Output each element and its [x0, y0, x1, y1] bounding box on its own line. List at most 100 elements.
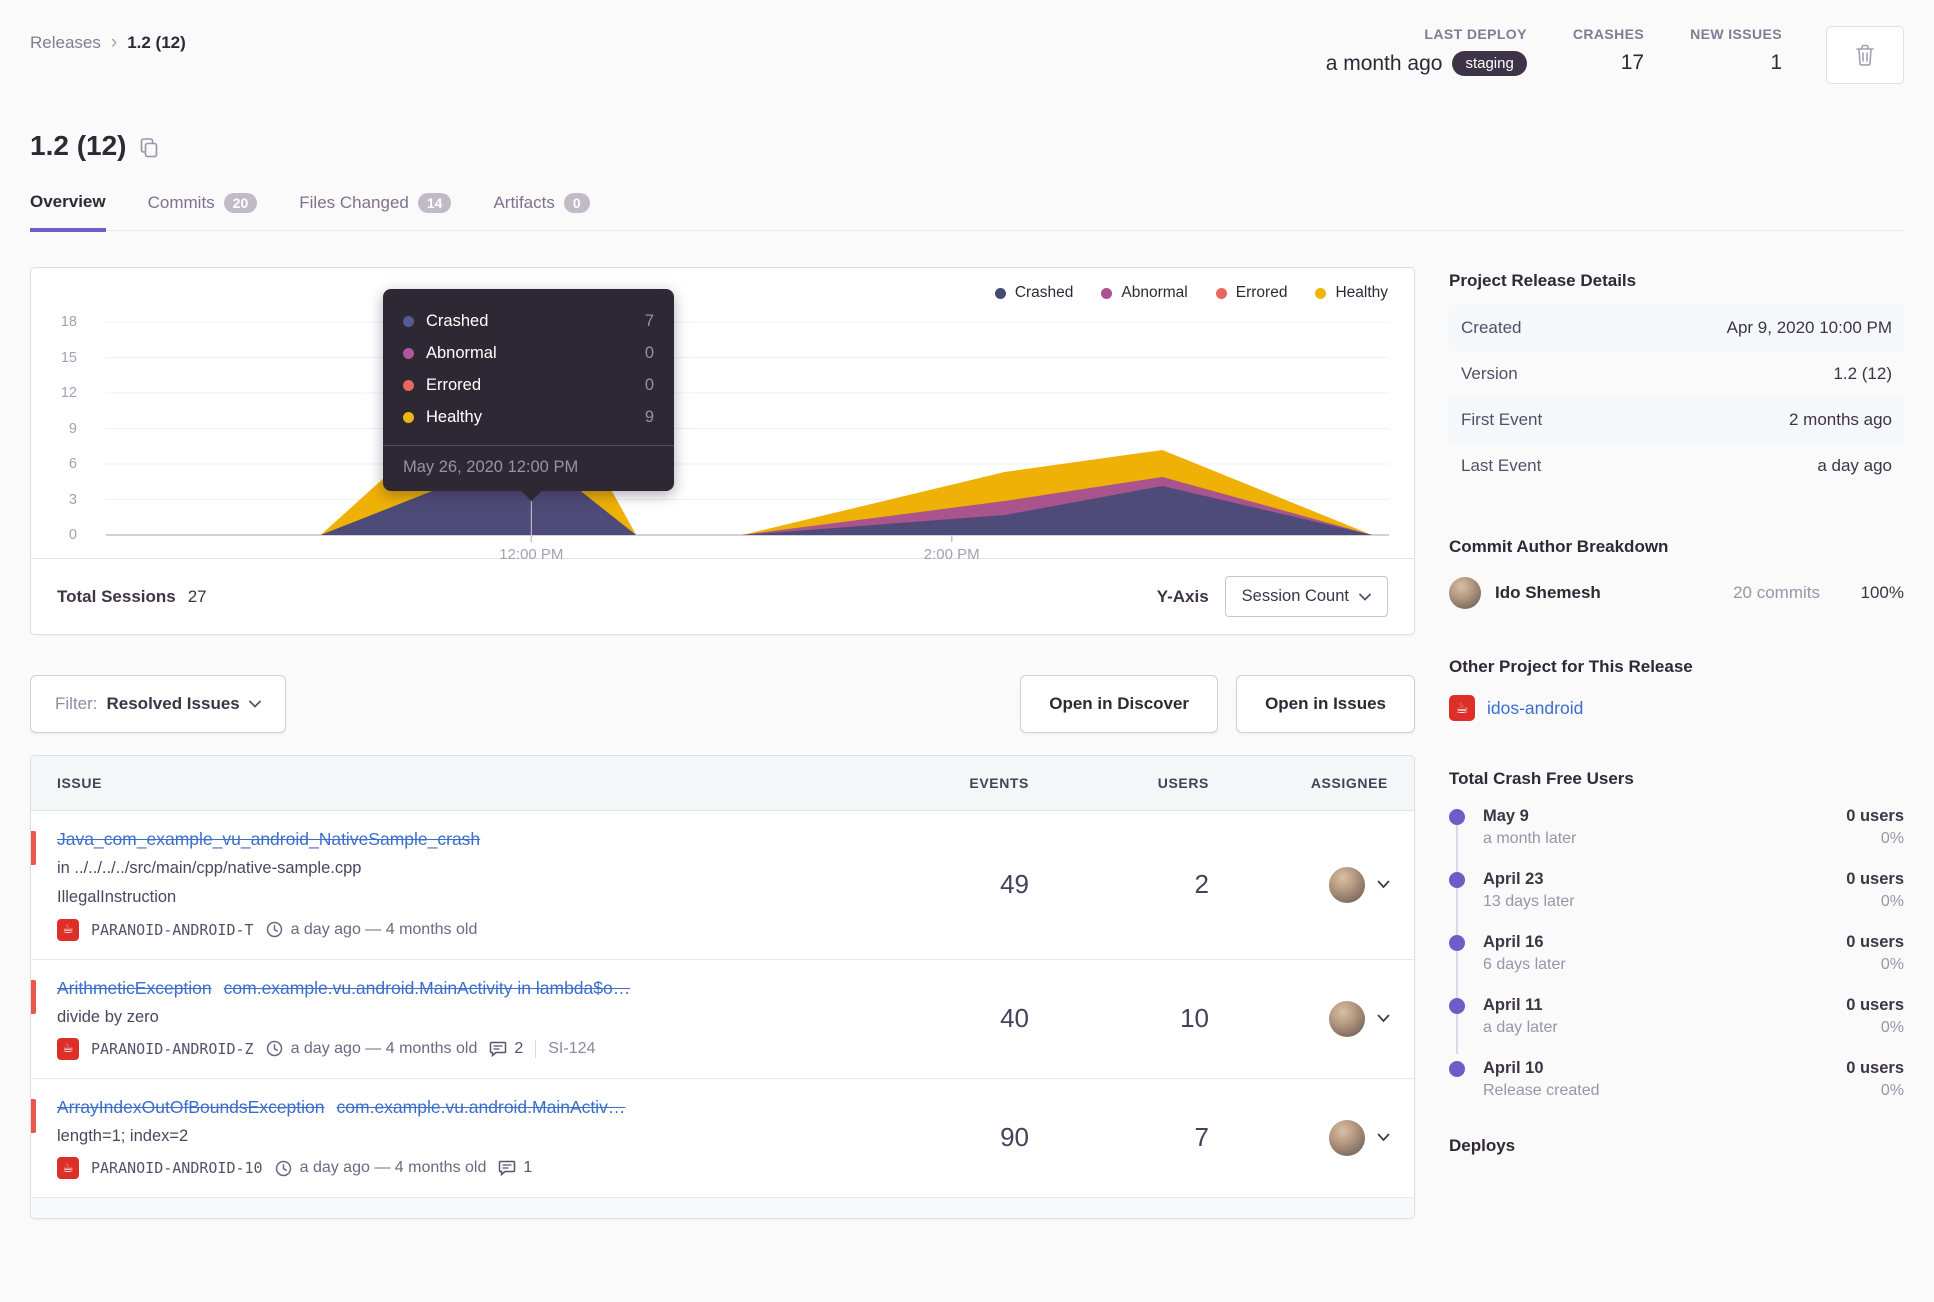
y-axis-labels: 0 3 6 9 12 15 18 [31, 314, 93, 543]
chart-plot[interactable]: 12:00 PM 2:00 PM Crashed 7 Abnormal 0 Er… [106, 289, 1389, 563]
issue-users-count: 2 [1194, 869, 1209, 900]
detail-value: Apr 9, 2020 10:00 PM [1726, 318, 1892, 337]
java-project-icon: ☕ [1449, 695, 1475, 721]
release-page: Releases › 1.2 (12) LAST DEPLOY a month … [0, 0, 1934, 1220]
issue-users-count: 10 [1180, 1003, 1209, 1034]
issue-subtitle: divide by zero [57, 1007, 159, 1026]
timeline-date: April 16 [1483, 933, 1544, 951]
legend-dot-icon [1215, 287, 1227, 299]
timeline-percent: 0% [1880, 956, 1904, 973]
issue-row[interactable]: ArrayIndexOutOfBoundsException com.exampl… [31, 1079, 1414, 1199]
copy-version-icon[interactable] [139, 137, 159, 159]
other-project-heading: Other Project for This Release [1449, 657, 1693, 676]
tab-files-changed[interactable]: Files Changed 14 [299, 192, 452, 230]
release-details-heading: Project Release Details [1449, 271, 1637, 290]
tooltip-row: Abnormal 0 [403, 337, 654, 369]
sessions-chart-card: Crashed Abnormal Errored Healthy 0 3 6 9 12 1… [30, 267, 1415, 635]
issue-title-link[interactable]: ArithmeticException [57, 978, 212, 998]
issue-row[interactable]: Java_com_example_vu_android_NativeSample… [31, 811, 1414, 960]
y-tick-label: 15 [60, 349, 77, 366]
chevron-down-icon [1377, 880, 1390, 889]
filter-label: Filter: [55, 694, 98, 713]
tooltip-series-dot-icon [403, 411, 414, 423]
tab-label: Overview [30, 192, 106, 211]
other-project-link[interactable]: idos-android [1487, 698, 1583, 719]
issue-culprit-link[interactable]: com.example.vu.android.MainActiv… [337, 1097, 626, 1117]
timeline-relative: a month later [1483, 830, 1577, 847]
title-row: 1.2 (12) [30, 130, 1904, 162]
timeline-relative: a day later [1483, 1019, 1558, 1036]
clock-icon [266, 1041, 282, 1057]
java-project-icon: ☕ [57, 1157, 79, 1180]
page-title: 1.2 (12) [30, 130, 127, 161]
legend-item[interactable]: Crashed [994, 284, 1073, 302]
page-header: Releases › 1.2 (12) LAST DEPLOY a month … [30, 26, 1904, 84]
issue-title-link[interactable]: Java_com_example_vu_android_NativeSample… [57, 829, 480, 849]
timeline-users: 0 users [1846, 933, 1904, 951]
legend-dot-icon [1315, 287, 1327, 299]
issue-comments[interactable]: 2 [489, 1040, 523, 1058]
issue-culprit-link[interactable]: com.example.vu.android.MainActivity in l… [224, 978, 631, 998]
issue-row[interactable]: ArithmeticException com.example.vu.androi… [31, 960, 1414, 1079]
timeline-date: April 10 [1483, 1059, 1544, 1077]
delete-release-button[interactable] [1826, 26, 1904, 84]
legend-item[interactable]: Errored [1215, 284, 1287, 302]
clock-icon [266, 921, 282, 938]
clock-icon [275, 1160, 291, 1176]
assignee-selector[interactable] [1229, 866, 1414, 903]
legend-label: Healthy [1335, 284, 1388, 301]
main-column: Crashed Abnormal Errored Healthy 0 3 6 9 12 1… [30, 267, 1415, 1220]
breadcrumb-chevron-icon: › [110, 32, 118, 53]
x-tick-label: 12:00 PM [499, 546, 564, 563]
open-in-issues-button[interactable]: Open in Issues [1236, 675, 1415, 733]
trash-icon [1856, 44, 1874, 66]
tab-artifacts[interactable]: Artifacts 0 [493, 192, 590, 230]
commit-authors-heading: Commit Author Breakdown [1449, 537, 1669, 556]
tooltip-series-label: Errored [426, 375, 482, 394]
timeline-relative: 13 days later [1483, 893, 1575, 910]
commit-author-row: Ido Shemesh 20 commits 100% [1449, 577, 1904, 609]
author-commit-count: 20 commits [1733, 583, 1820, 602]
detail-label: Last Event [1461, 456, 1542, 475]
y-axis-select[interactable]: Session Count [1224, 576, 1388, 617]
tooltip-series-value: 0 [644, 343, 654, 362]
assignee-selector[interactable] [1229, 1119, 1414, 1156]
issue-level-bar [31, 831, 36, 865]
issue-subtitle: length=1; index=2 [57, 1126, 189, 1145]
issue-comments[interactable]: 1 [498, 1159, 532, 1177]
tooltip-series-label: Abnormal [426, 343, 497, 362]
chart-body: 0 3 6 9 12 15 18 12:00 PM 2:00 PM Crashed 7 A [31, 289, 1414, 563]
project-slug: PARANOID-ANDROID-10 [91, 1159, 263, 1178]
tab-commits[interactable]: Commits 20 [148, 192, 258, 230]
issue-title-link[interactable]: ArrayIndexOutOfBoundsException [57, 1097, 325, 1117]
total-sessions-value: 27 [187, 586, 207, 606]
tooltip-series-label: Healthy [426, 407, 482, 426]
java-project-icon: ☕ [57, 1037, 79, 1060]
filter-value: Resolved Issues [106, 694, 240, 713]
tab-count-badge: 0 [563, 193, 590, 213]
open-in-discover-button[interactable]: Open in Discover [1020, 675, 1219, 733]
y-tick-label: 9 [68, 420, 77, 437]
issues-filter-dropdown[interactable]: Filter: Resolved Issues [30, 675, 286, 733]
chevron-down-icon [248, 700, 261, 708]
legend-item[interactable]: Abnormal [1101, 284, 1188, 302]
tab-bar: Overview Commits 20 Files Changed 14 Art… [30, 192, 1904, 232]
breadcrumb-releases-link[interactable]: Releases [30, 33, 101, 53]
issue-external-id: SI-124 [548, 1039, 596, 1057]
tooltip-series-value: 7 [644, 311, 654, 330]
release-detail-row: Version 1.2 (12) [1449, 351, 1904, 397]
issue-subtitle: IllegalInstruction [57, 888, 177, 907]
stat-last-deploy: LAST DEPLOY a month ago staging [1326, 26, 1527, 76]
timeline-date: April 11 [1483, 996, 1543, 1014]
release-detail-row: Created Apr 9, 2020 10:00 PM [1449, 305, 1904, 351]
tab-overview[interactable]: Overview [30, 192, 106, 232]
issue-age: a day ago — 4 months old [266, 921, 477, 939]
legend-item[interactable]: Healthy [1315, 284, 1388, 302]
assignee-selector[interactable] [1229, 1000, 1414, 1037]
chevron-down-icon [1359, 593, 1371, 601]
issue-events-count: 90 [1000, 1122, 1029, 1153]
stat-crashes: CRASHES 17 [1573, 26, 1644, 75]
project-slug: PARANOID-ANDROID-T [91, 920, 254, 939]
deploys-heading: Deploys [1449, 1136, 1516, 1155]
tooltip-series-dot-icon [403, 315, 414, 327]
